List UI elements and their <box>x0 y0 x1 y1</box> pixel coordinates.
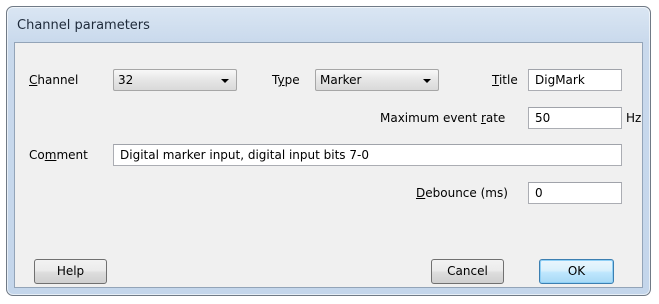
comment-input[interactable]: Digital marker input, digital input bits… <box>113 144 622 166</box>
dialog-body: Channel 32 Type Marker Title DigMark Max… <box>14 42 643 288</box>
title-label: Title <box>492 73 518 87</box>
ok-button[interactable]: OK <box>539 259 614 284</box>
title-input[interactable]: DigMark <box>528 69 622 91</box>
debounce-label: Debounce (ms) <box>416 186 508 200</box>
max-rate-input[interactable]: 50 <box>528 107 622 129</box>
help-button[interactable]: Help <box>34 259 107 284</box>
type-select[interactable]: Marker <box>315 69 439 91</box>
title-bar[interactable]: Channel parameters <box>7 7 650 41</box>
type-value: Marker <box>320 73 362 87</box>
debounce-value: 0 <box>535 186 543 200</box>
debounce-input[interactable]: 0 <box>528 182 622 204</box>
cancel-button[interactable]: Cancel <box>431 259 504 284</box>
channel-select[interactable]: 32 <box>113 69 237 91</box>
max-rate-label: Maximum event rate <box>380 111 506 125</box>
comment-value: Digital marker input, digital input bits… <box>120 148 369 162</box>
window-title: Channel parameters <box>17 18 150 33</box>
type-label: Type <box>272 73 300 87</box>
channel-value: 32 <box>118 73 134 87</box>
max-rate-unit: Hz <box>626 111 642 125</box>
comment-label: Comment <box>29 148 88 162</box>
channel-parameters-dialog: Channel parameters Channel 32 Type Marke… <box>6 6 651 296</box>
title-value: DigMark <box>535 73 585 87</box>
max-rate-value: 50 <box>535 111 551 125</box>
channel-label: Channel <box>29 73 79 87</box>
chevron-down-icon <box>221 79 229 83</box>
chevron-down-icon <box>423 79 431 83</box>
